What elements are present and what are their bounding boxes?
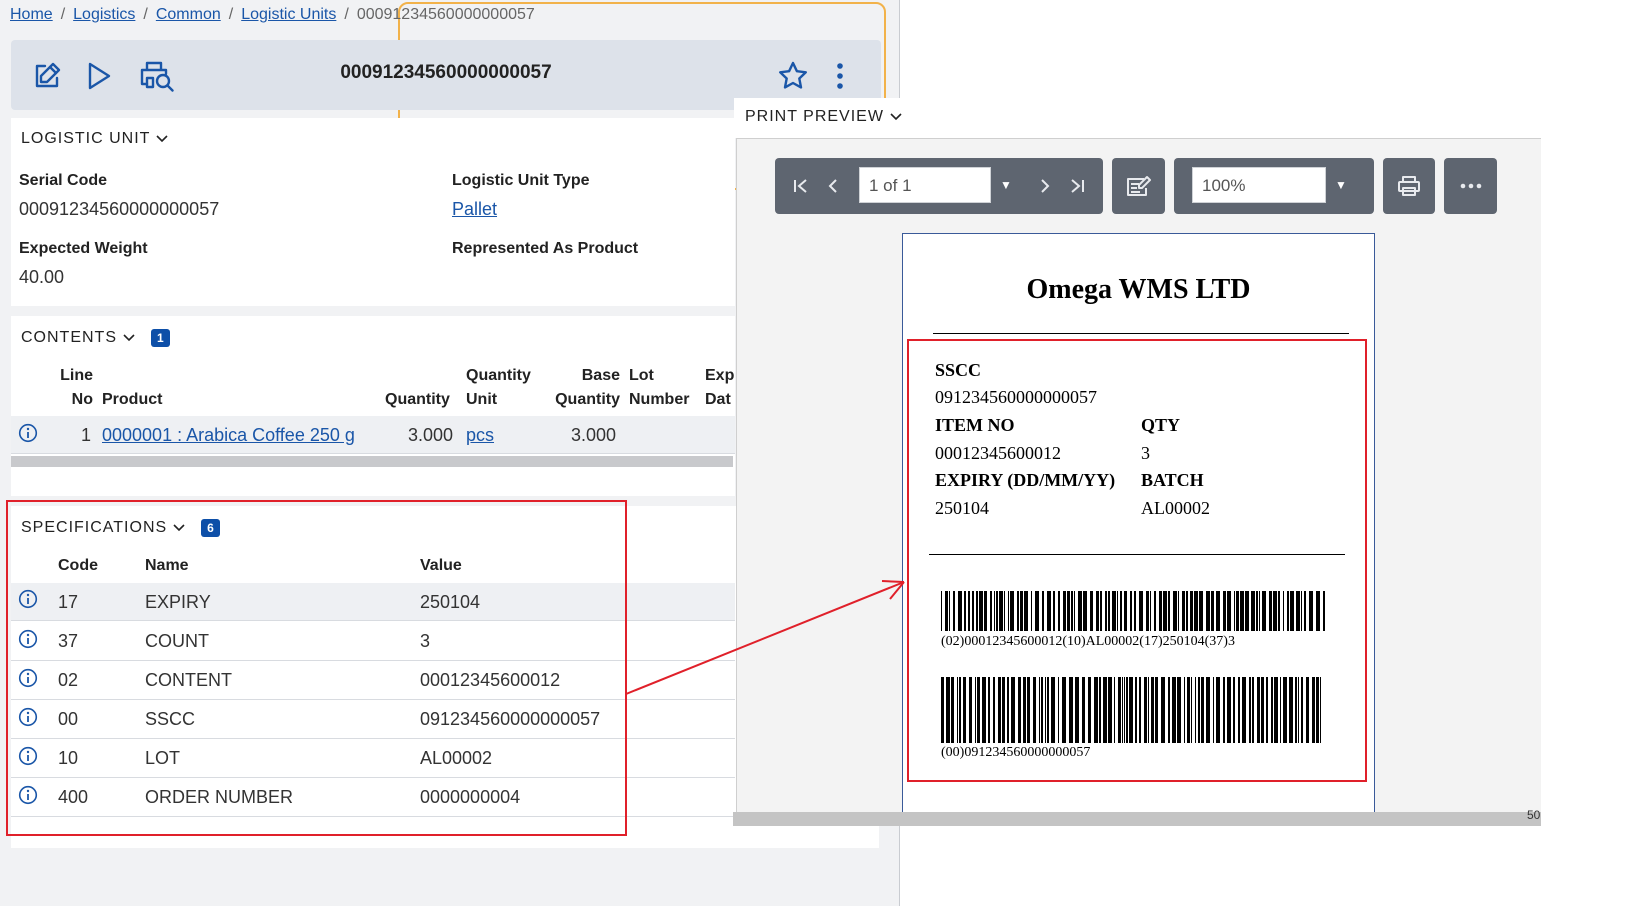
preview-horizontal-scrollbar[interactable] <box>733 812 1541 826</box>
expected-weight-label: Expected Weight <box>19 240 148 257</box>
breadcrumb-logistics[interactable]: Logistics <box>73 6 135 23</box>
contents-section-title: CONTENTS <box>21 329 117 346</box>
col-line-no-line1: Line <box>60 367 93 384</box>
col-quantity[interactable]: Quantity <box>385 388 450 412</box>
col-expiry-date-line1: Exp <box>705 367 735 384</box>
chevron-down-icon <box>123 334 135 342</box>
chevron-down-icon <box>890 113 902 121</box>
chevron-down-icon <box>156 135 169 143</box>
more-vertical-icon[interactable] <box>822 58 858 94</box>
zoom-dropdown-icon[interactable]: ▼ <box>1326 167 1356 203</box>
cell-unit-link[interactable]: pcs <box>466 425 494 446</box>
logistic-unit-section-toggle[interactable]: LOGISTIC UNIT <box>21 130 169 148</box>
breadcrumb-current: 00091234560000000057 <box>356 6 535 23</box>
col-lot-number-line2: Number <box>629 391 690 408</box>
breadcrumb-common[interactable]: Common <box>156 6 221 23</box>
zoom-group: 100% ▼ <box>1174 158 1374 214</box>
col-product[interactable]: Product <box>102 388 162 412</box>
contents-card: CONTENTS 1 Line No Product Quantity Quan… <box>11 316 735 496</box>
next-page-icon[interactable] <box>1031 158 1059 214</box>
col-lot-number[interactable]: Lot Number <box>629 364 689 412</box>
print-group <box>1383 158 1435 214</box>
info-icon[interactable] <box>18 423 38 443</box>
company-name: Omega WMS LTD <box>1026 274 1251 305</box>
more-options-group <box>1444 158 1497 214</box>
page-dropdown-icon[interactable]: ▼ <box>991 167 1021 203</box>
col-line-no[interactable]: Line No <box>55 364 93 412</box>
represented-as-product-label: Represented As Product <box>452 240 639 257</box>
breadcrumb-separator: / <box>60 6 66 23</box>
expected-weight-value: 40.00 <box>19 267 65 287</box>
breadcrumb-logistic-units[interactable]: Logistic Units <box>241 6 336 23</box>
more-horizontal-icon[interactable] <box>1444 158 1497 214</box>
breadcrumb: Home / Logistics / Common / Logistic Units / 000… <box>10 6 535 24</box>
print-preview-section-toggle[interactable]: PRINT PREVIEW <box>745 108 902 126</box>
breadcrumb-separator: / <box>143 6 148 23</box>
divider <box>933 333 1349 334</box>
star-icon[interactable] <box>775 58 811 94</box>
print-preview-title: PRINT PREVIEW <box>745 108 884 125</box>
edit-report-icon[interactable] <box>1112 158 1165 214</box>
zoom-input[interactable]: 100% <box>1192 167 1326 203</box>
col-expiry-date-line2: Dat <box>705 391 731 408</box>
table-row[interactable]: 1 0000001 : Arabica Coffee 250 g 3.000 p… <box>11 416 735 454</box>
record-title: 00091234560000000057 <box>340 62 552 83</box>
cell-quantity: 3.000 <box>408 425 454 445</box>
print-icon[interactable] <box>1383 158 1435 214</box>
contents-count-badge: 1 <box>151 329 170 347</box>
logistic-unit-card: LOGISTIC UNIT Serial Code 00091234560000… <box>11 118 735 306</box>
col-quantity-unit-line1: Quantity <box>466 367 531 384</box>
breadcrumb-home[interactable]: Home <box>10 6 53 23</box>
last-page-icon[interactable] <box>1063 158 1091 214</box>
red-arrow-icon <box>625 580 905 695</box>
print-preview-header: PRINT PREVIEW <box>734 98 1648 138</box>
cell-line-no: 1 <box>81 425 92 445</box>
contents-horizontal-scrollbar[interactable] <box>11 456 733 467</box>
specifications-highlight-box <box>6 500 627 836</box>
serial-code-label: Serial Code <box>19 172 108 189</box>
logistic-unit-type-link[interactable]: Pallet <box>452 199 497 220</box>
col-line-no-line2: No <box>71 391 93 408</box>
cell-product-link[interactable]: 0000001 : Arabica Coffee 250 g <box>102 425 355 446</box>
logistic-unit-section-title: LOGISTIC UNIT <box>21 130 151 147</box>
col-lot-number-line1: Lot <box>629 367 654 384</box>
col-base-quantity-line1: Base <box>581 367 620 384</box>
page-navigation-group: 1 of 1 ▼ <box>775 158 1103 214</box>
col-quantity-unit[interactable]: Quantity Unit <box>466 364 531 412</box>
serial-code-value: 00091234560000000057 <box>19 199 220 219</box>
previous-page-icon[interactable] <box>819 158 847 214</box>
col-base-quantity[interactable]: Base Quantity <box>547 364 620 412</box>
col-expiry-date[interactable]: Exp Dat <box>705 364 734 412</box>
breadcrumb-separator: / <box>344 6 349 23</box>
edit-report-group <box>1112 158 1165 214</box>
contents-section-toggle[interactable]: CONTENTS 1 <box>21 329 170 347</box>
col-quantity-unit-line2: Unit <box>466 391 498 408</box>
cell-base-quantity: 3.000 <box>571 425 617 445</box>
label-highlight-box <box>907 339 1367 782</box>
col-base-quantity-line2: Quantity <box>555 391 620 408</box>
first-page-icon[interactable] <box>787 158 815 214</box>
page-number-input[interactable]: 1 of 1 <box>859 167 991 203</box>
preview-scroll-text: 50 <box>1527 808 1541 822</box>
logistic-unit-type-label: Logistic Unit Type <box>452 172 590 189</box>
breadcrumb-separator: / <box>228 6 234 23</box>
